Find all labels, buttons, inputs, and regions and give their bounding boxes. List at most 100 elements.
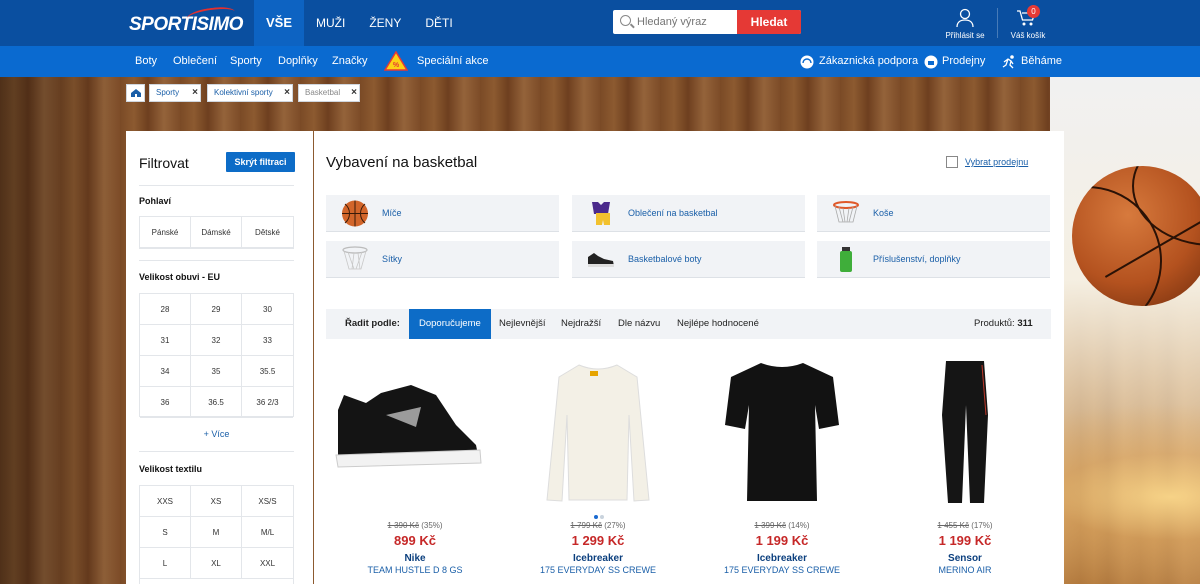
cart-label: Váš košík xyxy=(1010,31,1046,40)
size-option[interactable]: S xyxy=(140,517,191,548)
breadcrumb-team-sports[interactable]: Kolektivní sporty × xyxy=(207,84,293,102)
search-button[interactable]: Hledat xyxy=(737,10,801,34)
size-option[interactable]: 30 xyxy=(242,294,293,325)
size-option[interactable]: 36 2/3 xyxy=(242,387,293,418)
page-title: Vybavení na basketbal xyxy=(326,154,478,171)
sort-best-rated[interactable]: Nejlépe hodnocené xyxy=(677,309,759,339)
sportisimo-logo[interactable]: SPORTISIMO xyxy=(129,4,243,38)
subnav-running[interactable]: Běháme xyxy=(1021,46,1062,77)
login-label: Přihlásit se xyxy=(945,31,985,40)
product-brand[interactable]: Sensor xyxy=(876,553,1054,564)
runner-icon xyxy=(1002,55,1014,69)
category-shoes[interactable]: Basketbalové boty xyxy=(572,241,805,278)
size-option[interactable]: XXL xyxy=(242,548,293,579)
more-sizes-link[interactable]: + Více xyxy=(139,429,294,439)
user-icon xyxy=(956,8,974,28)
category-nav: Boty Oblečení Sporty Doplňky Značky % Sp… xyxy=(0,46,1200,77)
product-image xyxy=(335,385,482,468)
sort-most-expensive[interactable]: Nejdražší xyxy=(561,309,601,339)
shoe-icon xyxy=(588,253,614,267)
subnav-stores[interactable]: Prodejny xyxy=(942,46,985,77)
category-nets[interactable]: Sítky xyxy=(326,241,559,278)
product-image xyxy=(725,363,839,501)
select-store-link[interactable]: Vybrat prodejnu xyxy=(946,156,1028,168)
size-option[interactable]: XXS xyxy=(140,486,191,517)
size-option[interactable]: L xyxy=(140,548,191,579)
login-button[interactable]: Přihlásit se xyxy=(942,0,988,46)
size-option[interactable]: 31 xyxy=(140,325,191,356)
subnav-special-offers[interactable]: Speciální akce xyxy=(417,46,489,77)
sort-label: Řadit podle: xyxy=(345,318,400,329)
subnav-accessories[interactable]: Doplňky xyxy=(278,46,318,77)
filter-sidebar: Filtrovat Skrýt filtraci Pohlaví Pánské … xyxy=(126,131,313,584)
category-hoops[interactable]: Koše xyxy=(817,195,1050,232)
subnav-sports[interactable]: Sporty xyxy=(230,46,262,77)
bottle-icon xyxy=(840,247,852,272)
gender-option[interactable]: Dětské xyxy=(242,217,293,248)
size-option[interactable]: M/L xyxy=(242,517,293,548)
remove-icon[interactable]: × xyxy=(351,85,357,101)
subnav-clothing[interactable]: Oblečení xyxy=(173,46,217,77)
product-price: 899 Kč xyxy=(394,533,436,548)
product-price: 1 199 Kč xyxy=(755,533,809,548)
shoe-size-heading: Velikost obuvi - EU xyxy=(139,272,221,282)
size-option[interactable]: M xyxy=(191,517,242,548)
product-image xyxy=(546,364,650,502)
net-icon xyxy=(342,246,368,270)
product-name[interactable]: 175 EVERYDAY SS CREWE xyxy=(693,565,871,575)
category-accessories[interactable]: Příslušenství, doplňky xyxy=(817,241,1050,278)
top-header: SPORTISIMO VŠE MUŽI ŽENY DĚTI Hledat Při… xyxy=(0,0,1200,46)
filter-title: Filtrovat xyxy=(139,155,189,171)
breadcrumb-home[interactable] xyxy=(126,84,145,102)
subnav-shoes[interactable]: Boty xyxy=(135,46,157,77)
size-option[interactable]: XS/S xyxy=(242,486,293,517)
product-image xyxy=(942,361,988,503)
product-card[interactable]: 1 799 Kč (27%) 1 299 Kč Icebreaker 175 E… xyxy=(509,355,687,584)
category-clothing[interactable]: Oblečení na basketbal xyxy=(572,195,805,232)
remove-icon[interactable]: × xyxy=(192,85,198,101)
breadcrumb-basketball[interactable]: Basketbal × xyxy=(298,84,360,102)
size-option[interactable]: 32 xyxy=(191,325,242,356)
nav-all[interactable]: VŠE xyxy=(254,0,305,46)
size-option[interactable]: XS xyxy=(191,486,242,517)
product-card[interactable]: 1 399 Kč (14%) 1 199 Kč Icebreaker 175 E… xyxy=(693,355,871,584)
size-option[interactable]: 28 xyxy=(140,294,191,325)
basketball-icon xyxy=(342,200,368,227)
size-option[interactable]: XL xyxy=(191,548,242,579)
products-count: Produktů: 311 xyxy=(974,318,1033,329)
gender-option[interactable]: Pánské xyxy=(140,217,191,248)
product-name[interactable]: TEAM HUSTLE D 8 GS xyxy=(326,565,504,575)
size-option[interactable]: 35.5 xyxy=(242,356,293,387)
product-brand[interactable]: Icebreaker xyxy=(693,553,871,564)
size-option[interactable]: 29 xyxy=(191,294,242,325)
product-card[interactable]: 1 390 Kč (35%) 899 Kč Nike TEAM HUSTLE D… xyxy=(326,355,504,584)
product-name[interactable]: MERINO AIR xyxy=(876,565,1054,575)
remove-icon[interactable]: × xyxy=(284,85,290,101)
nav-women[interactable]: ŽENY xyxy=(357,0,413,46)
hide-filter-button[interactable]: Skrýt filtraci xyxy=(226,152,295,172)
product-name[interactable]: 175 EVERYDAY SS CREWE xyxy=(509,565,687,575)
nav-kids[interactable]: DĚTI xyxy=(413,0,464,46)
gender-option[interactable]: Dámské xyxy=(191,217,242,248)
product-brand[interactable]: Icebreaker xyxy=(509,553,687,564)
size-option[interactable]: 36.5 xyxy=(191,387,242,418)
search-input[interactable] xyxy=(637,13,733,31)
warning-icon: % xyxy=(384,51,408,71)
size-option[interactable]: 33 xyxy=(242,325,293,356)
sort-by-name[interactable]: Dle názvu xyxy=(618,309,660,339)
size-option[interactable]: 34 xyxy=(140,356,191,387)
product-brand[interactable]: Nike xyxy=(326,553,504,564)
product-card[interactable]: 1 455 Kč (17%) 1 199 Kč Sensor MERINO AI… xyxy=(876,355,1054,584)
size-option[interactable]: 36 xyxy=(140,387,191,418)
size-option[interactable]: 35 xyxy=(191,356,242,387)
shoe-size-filter: 28 29 30 31 32 33 34 35 35.5 36 36.5 36 2/3 xyxy=(139,293,294,418)
sort-cheapest[interactable]: Nejlevnější xyxy=(499,309,545,339)
home-icon xyxy=(131,89,141,97)
subnav-support[interactable]: Zákaznická podpora xyxy=(819,46,918,77)
sort-recommended[interactable]: Doporučujeme xyxy=(409,309,491,339)
nav-men[interactable]: MUŽI xyxy=(304,0,357,46)
breadcrumb-sports[interactable]: Sporty × xyxy=(149,84,201,102)
category-balls[interactable]: Míče xyxy=(326,195,559,232)
gender-nav: VŠE MUŽI ŽENY DĚTI xyxy=(254,0,465,46)
subnav-brands[interactable]: Značky xyxy=(332,46,367,77)
